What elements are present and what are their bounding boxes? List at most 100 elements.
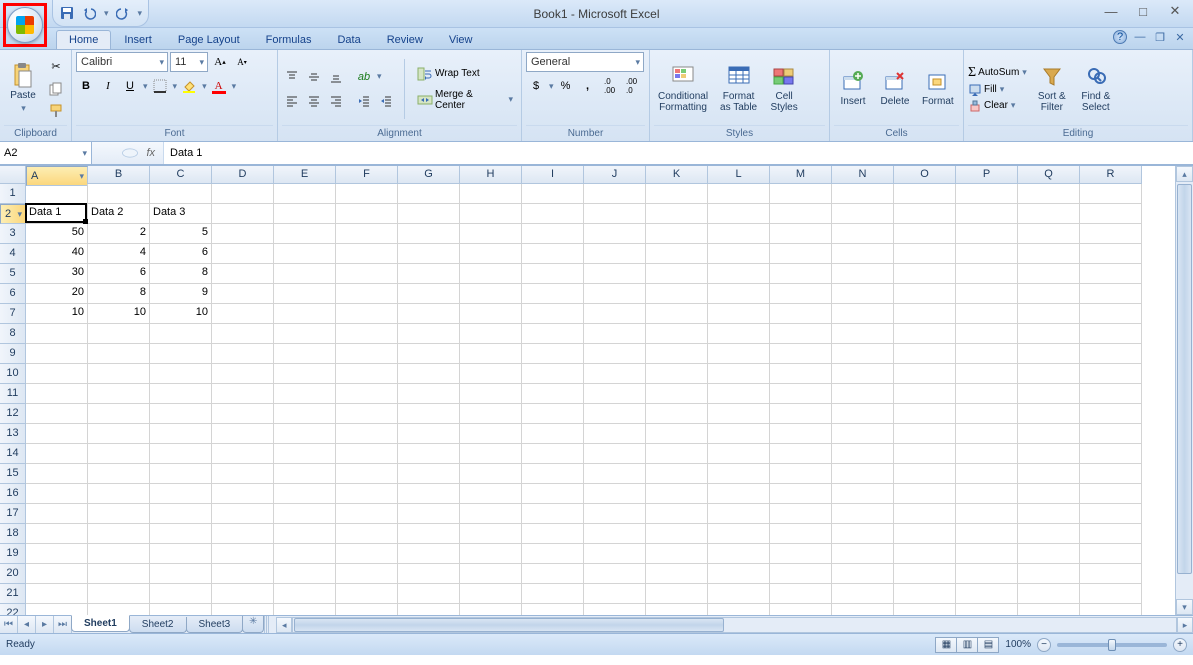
cell[interactable]	[522, 364, 584, 384]
cell[interactable]	[460, 264, 522, 284]
cell[interactable]	[832, 284, 894, 304]
row-header[interactable]: 14	[0, 444, 26, 464]
cell[interactable]	[1080, 304, 1142, 324]
sort-filter-button[interactable]: Sort & Filter	[1033, 63, 1071, 115]
merge-center-button[interactable]: Merge & Center ▾	[413, 87, 517, 113]
cell[interactable]	[646, 584, 708, 604]
cell[interactable]	[646, 244, 708, 264]
cell[interactable]	[584, 204, 646, 224]
cell[interactable]	[708, 284, 770, 304]
zoom-level[interactable]: 100%	[1005, 639, 1031, 650]
cell[interactable]	[584, 264, 646, 284]
cut-icon[interactable]: ✂	[46, 57, 66, 77]
cell[interactable]	[646, 424, 708, 444]
scroll-left-icon[interactable]: ◂	[276, 617, 292, 633]
cell[interactable]	[584, 424, 646, 444]
cell[interactable]: 9	[150, 284, 212, 304]
cell[interactable]	[212, 364, 274, 384]
cell[interactable]	[336, 224, 398, 244]
cell[interactable]	[956, 504, 1018, 524]
normal-view-icon[interactable]: ▦	[935, 637, 957, 653]
cell[interactable]	[770, 424, 832, 444]
cell[interactable]	[212, 204, 274, 224]
cell[interactable]	[770, 464, 832, 484]
cell[interactable]	[398, 404, 460, 424]
cell[interactable]	[26, 564, 88, 584]
cell[interactable]	[646, 464, 708, 484]
cell[interactable]	[584, 604, 646, 615]
cell[interactable]	[274, 524, 336, 544]
cell[interactable]	[894, 344, 956, 364]
cell[interactable]	[1018, 544, 1080, 564]
cell[interactable]	[460, 464, 522, 484]
row-header[interactable]: 12	[0, 404, 26, 424]
cell[interactable]	[88, 384, 150, 404]
cell[interactable]	[460, 204, 522, 224]
fill-color-dropdown-icon[interactable]: ▾	[201, 81, 207, 92]
cell[interactable]: 8	[150, 264, 212, 284]
cell[interactable]	[1018, 464, 1080, 484]
cell[interactable]	[398, 384, 460, 404]
cell[interactable]	[770, 364, 832, 384]
cell[interactable]	[336, 604, 398, 615]
cell[interactable]	[956, 564, 1018, 584]
cell[interactable]	[708, 404, 770, 424]
cell[interactable]	[1080, 404, 1142, 424]
cell[interactable]	[26, 184, 88, 204]
cell[interactable]	[894, 404, 956, 424]
cell[interactable]	[522, 344, 584, 364]
cell[interactable]	[894, 444, 956, 464]
cell[interactable]	[26, 344, 88, 364]
cell[interactable]	[894, 224, 956, 244]
cell[interactable]	[1080, 384, 1142, 404]
wrap-text-button[interactable]: Wrap Text	[413, 65, 517, 83]
sheet-tab[interactable]: Sheet3	[186, 617, 244, 633]
cell[interactable]	[584, 324, 646, 344]
cell[interactable]	[460, 504, 522, 524]
cell[interactable]	[150, 424, 212, 444]
cell[interactable]	[1018, 484, 1080, 504]
align-right-icon[interactable]	[326, 91, 346, 111]
cell[interactable]	[646, 444, 708, 464]
align-top-icon[interactable]	[282, 67, 302, 87]
column-header[interactable]: E	[274, 166, 336, 184]
qat-customize-icon[interactable]: ▾	[137, 8, 143, 19]
cell[interactable]	[584, 244, 646, 264]
cell[interactable]	[1018, 444, 1080, 464]
cell[interactable]	[1080, 244, 1142, 264]
cell[interactable]	[956, 384, 1018, 404]
cell[interactable]	[522, 584, 584, 604]
cell[interactable]	[88, 364, 150, 384]
cell[interactable]	[398, 604, 460, 615]
column-header[interactable]: B	[88, 166, 150, 184]
cell[interactable]	[832, 264, 894, 284]
cell[interactable]	[150, 184, 212, 204]
cell[interactable]	[584, 344, 646, 364]
cell[interactable]	[832, 484, 894, 504]
zoom-in-icon[interactable]: +	[1173, 638, 1187, 652]
cell[interactable]	[770, 444, 832, 464]
cell[interactable]	[398, 204, 460, 224]
cell[interactable]	[708, 384, 770, 404]
cell[interactable]	[1080, 604, 1142, 615]
paste-dropdown-icon[interactable]: ▾	[20, 103, 26, 114]
comma-format-icon[interactable]: ,	[578, 76, 598, 96]
ribbon-tab-insert[interactable]: Insert	[111, 30, 165, 49]
cell[interactable]	[398, 424, 460, 444]
hscroll-thumb[interactable]	[294, 618, 724, 632]
cell[interactable]: 4	[88, 244, 150, 264]
maximize-button[interactable]: □	[1129, 2, 1157, 20]
cell[interactable]	[1018, 264, 1080, 284]
paste-button[interactable]: Paste ▾	[4, 62, 42, 116]
row-header[interactable]: 13	[0, 424, 26, 444]
cell[interactable]	[646, 224, 708, 244]
cell[interactable]	[956, 444, 1018, 464]
sheet-next-icon[interactable]: ▸	[36, 616, 54, 633]
scroll-down-icon[interactable]: ▾	[1176, 599, 1193, 615]
cell[interactable]	[26, 584, 88, 604]
orientation-dropdown-icon[interactable]: ▾	[376, 71, 382, 82]
new-sheet-icon[interactable]: ✳	[242, 616, 264, 633]
cell[interactable]	[460, 584, 522, 604]
cell[interactable]	[274, 184, 336, 204]
decrease-indent-icon[interactable]	[354, 91, 374, 111]
